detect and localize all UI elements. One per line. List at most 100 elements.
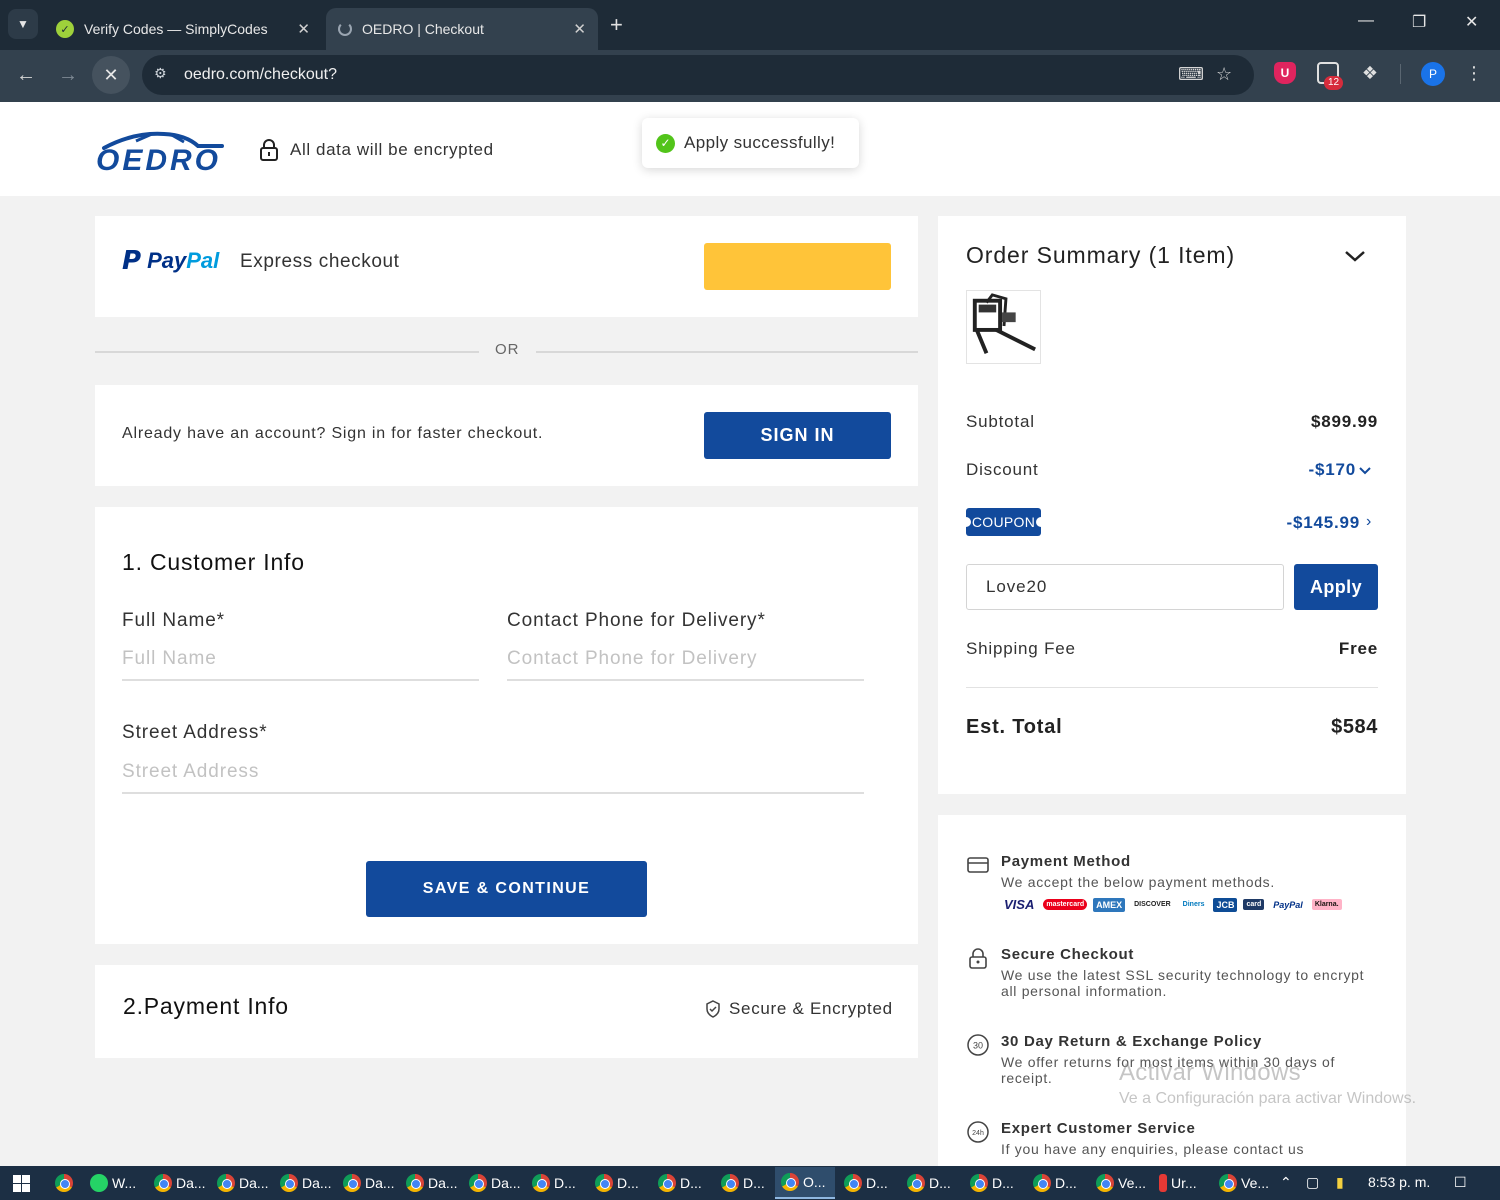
save-continue-button[interactable]: SAVE & CONTINUE: [366, 861, 647, 917]
payment-method-desc: We accept the below payment methods.: [1001, 874, 1275, 890]
taskbar-item-chrome[interactable]: Ve...: [1213, 1167, 1273, 1199]
taskbar-item-app[interactable]: Ur...: [1153, 1167, 1213, 1199]
coupon-value[interactable]: -$145.99: [1286, 513, 1360, 533]
taskbar-item-chrome[interactable]: D...: [526, 1167, 586, 1199]
back-arrow-icon[interactable]: ←: [16, 63, 36, 87]
more-menu-icon[interactable]: ⋮: [1463, 62, 1485, 84]
chevron-down-icon[interactable]: [1343, 248, 1367, 264]
taskbar-item-chrome[interactable]: D...: [1027, 1167, 1087, 1199]
taskbar-item-chrome[interactable]: Ve...: [1090, 1167, 1150, 1199]
chrome-icon: [406, 1174, 424, 1192]
tab-search-button[interactable]: ▼: [8, 9, 38, 39]
phone-input[interactable]: [507, 639, 864, 681]
coupon-code-input[interactable]: [966, 564, 1284, 610]
tab-title: Verify Codes — SimplyCodes: [84, 21, 268, 37]
taskbar-item-chrome[interactable]: D...: [838, 1167, 898, 1199]
paypal-wordmark-pal: Pal: [186, 248, 220, 273]
taskbar-item-whatsapp[interactable]: W...: [84, 1167, 144, 1199]
product-thumbnail[interactable]: [966, 290, 1041, 364]
chrome-icon: [1033, 1174, 1051, 1192]
jcb-logo: JCB: [1213, 897, 1238, 912]
restore-icon[interactable]: ❐: [1412, 12, 1426, 32]
profile-avatar[interactable]: P: [1421, 62, 1445, 86]
taskbar-item-chrome[interactable]: D...: [901, 1167, 961, 1199]
oedro-logo[interactable]: OEDRO: [94, 128, 234, 174]
tab-oedro-checkout[interactable]: OEDRO | Checkout ✕: [326, 8, 598, 50]
network-icon[interactable]: ▢: [1306, 1174, 1319, 1191]
30-day-return-icon: 30: [967, 1034, 989, 1056]
lock-icon: [260, 139, 278, 161]
taskbar-item-label: D...: [929, 1175, 951, 1191]
taskbar-item-chrome-active[interactable]: O...: [775, 1167, 835, 1199]
klarna-logo: Klarna.: [1311, 899, 1342, 910]
street-address-input[interactable]: [122, 752, 864, 794]
tab-simplycodes[interactable]: ✓ Verify Codes — SimplyCodes ✕: [44, 8, 322, 50]
taskbar-clock[interactable]: 8:53 p. m.: [1368, 1174, 1430, 1190]
mastercard-logo: mastercard: [1043, 899, 1088, 910]
battery-icon[interactable]: ▮: [1336, 1174, 1344, 1191]
chrome-icon: [469, 1174, 487, 1192]
bookmark-star-icon[interactable]: ☆: [1216, 64, 1232, 85]
tray-chevron-up-icon[interactable]: ⌃: [1280, 1174, 1292, 1191]
chrome-icon: [781, 1173, 799, 1191]
puzzle-extensions-icon[interactable]: ❖: [1359, 62, 1381, 84]
ublock-shield-icon[interactable]: U: [1274, 62, 1296, 84]
chrome-icon: [970, 1174, 988, 1192]
secure-checkout-block: Secure Checkout We use the latest SSL se…: [966, 946, 1386, 1006]
customer-info-title: 1. Customer Info: [122, 549, 305, 575]
taskbar-item-label: D...: [617, 1175, 639, 1191]
discount-value[interactable]: -$170: [1309, 460, 1356, 480]
stop-loading-button[interactable]: ✕: [92, 56, 130, 94]
chrome-icon: [1096, 1174, 1114, 1192]
payment-logos: VISA mastercard AMEX DISCOVER Diners JCB…: [1001, 895, 1342, 914]
new-tab-button[interactable]: +: [610, 12, 623, 38]
taskbar-item-chrome[interactable]: D...: [652, 1167, 712, 1199]
forward-arrow-icon[interactable]: →: [58, 63, 78, 87]
full-name-input[interactable]: [122, 639, 479, 681]
signin-prompt: Already have an account? Sign in for fas…: [122, 425, 544, 442]
toolbar-divider: [1400, 64, 1401, 84]
taskbar-item-chrome[interactable]: Da...: [400, 1167, 460, 1199]
order-summary-title: Order Summary (1 Item): [966, 242, 1236, 268]
taskbar-item-label: Da...: [176, 1175, 206, 1191]
generic-card-logo: card: [1243, 899, 1265, 910]
site-settings-icon[interactable]: ⚙: [154, 65, 167, 82]
or-divider-right: [536, 351, 918, 353]
sign-in-button[interactable]: SIGN IN: [704, 412, 891, 459]
close-icon[interactable]: ✕: [297, 20, 310, 38]
taskbar-item-label: Ur...: [1171, 1175, 1197, 1191]
minimize-icon[interactable]: —: [1358, 12, 1374, 30]
chrome-pinned-icon[interactable]: [55, 1174, 73, 1192]
taskbar-item-label: D...: [992, 1175, 1014, 1191]
svg-text:OEDRO: OEDRO: [96, 144, 221, 174]
customer-info-card: 1. Customer Info Full Name* Contact Phon…: [95, 507, 918, 944]
address-bar[interactable]: ⚙ oedro.com/checkout? ⌨ ☆: [142, 55, 1254, 95]
chrome-icon: [907, 1174, 925, 1192]
taskbar-item-chrome[interactable]: D...: [715, 1167, 775, 1199]
apply-coupon-button[interactable]: Apply: [1294, 564, 1378, 610]
payment-method-title: Payment Method: [1001, 853, 1131, 870]
taskbar-item-chrome[interactable]: D...: [964, 1167, 1024, 1199]
taskbar-item-chrome[interactable]: Da...: [463, 1167, 523, 1199]
taskbar-item-chrome[interactable]: Da...: [337, 1167, 397, 1199]
padlock-icon: [969, 948, 987, 969]
close-icon[interactable]: ✕: [573, 20, 586, 38]
translate-icon[interactable]: ⌨: [1178, 64, 1204, 85]
taskbar-item-chrome[interactable]: D...: [589, 1167, 649, 1199]
close-window-icon[interactable]: ✕: [1465, 12, 1478, 32]
paypal-checkout-button[interactable]: [704, 243, 891, 290]
est-total-label: Est. Total: [966, 716, 1063, 738]
paypal-small-logo: PayPal: [1273, 899, 1303, 910]
taskbar-item-chrome[interactable]: Da...: [274, 1167, 334, 1199]
express-checkout-label: Express checkout: [240, 251, 400, 272]
taskbar-item-chrome[interactable]: Da...: [148, 1167, 208, 1199]
browser-tab-bar: ▼ ✓ Verify Codes — SimplyCodes ✕ OEDRO |…: [0, 0, 1500, 50]
taskbar-item-label: D...: [554, 1175, 576, 1191]
discount-chevron-down-icon[interactable]: [1358, 466, 1372, 476]
taskbar-item-chrome[interactable]: Da...: [211, 1167, 271, 1199]
extension-badge: 12: [1324, 76, 1344, 90]
windows-start-icon[interactable]: [13, 1175, 30, 1192]
url-text[interactable]: oedro.com/checkout?: [184, 66, 337, 84]
notifications-icon[interactable]: ☐: [1454, 1174, 1467, 1191]
chevron-right-icon[interactable]: ›: [1366, 513, 1371, 531]
